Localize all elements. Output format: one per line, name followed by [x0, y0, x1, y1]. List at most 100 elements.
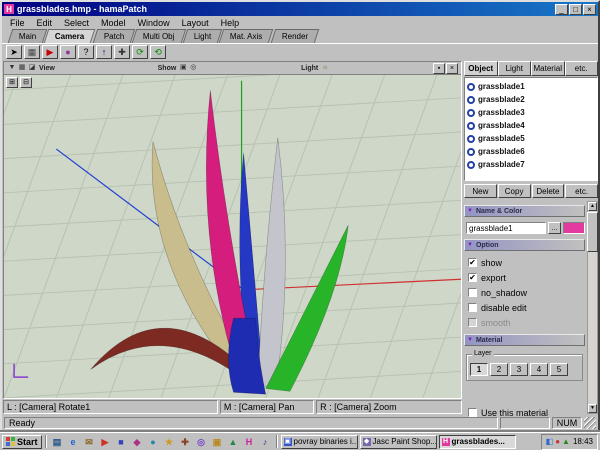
hint-left-button: L : [Camera] Rotate1	[3, 400, 218, 414]
launcher-cd-icon[interactable]: ◎	[194, 435, 209, 449]
delete-button[interactable]: Delete	[532, 184, 565, 198]
tray-display-icon[interactable]: ◧	[546, 438, 554, 446]
panel-tab-light[interactable]: Light	[498, 61, 532, 76]
light-toggle-icon[interactable]: ☼	[320, 63, 330, 73]
view-menu-arrow-icon[interactable]: ▼	[7, 63, 17, 73]
pointer-icon[interactable]: ➤	[6, 45, 22, 59]
rotate-ccw-icon[interactable]: ⟲	[150, 45, 166, 59]
scroll-down-icon[interactable]: ▼	[588, 404, 597, 413]
axis-toggle-icon[interactable]: ⊟	[20, 77, 32, 88]
launcher-povray-icon[interactable]: ▲	[226, 435, 241, 449]
object-list-item[interactable]: grassblade6	[467, 145, 595, 158]
tab-mat-axis[interactable]: Mat. Axis	[219, 29, 274, 43]
layer-4-button[interactable]: 4	[530, 363, 548, 376]
launcher-media-icon[interactable]: ▶	[98, 435, 113, 449]
launcher-paint-icon[interactable]: ◆	[130, 435, 145, 449]
panel-tab-material[interactable]: Material	[531, 61, 565, 76]
resize-grip[interactable]	[584, 417, 596, 429]
grid-view-icon[interactable]: ▦	[17, 63, 27, 73]
select-box-icon[interactable]: ▦	[24, 45, 40, 59]
checkbox-show[interactable]: ✔ show	[464, 255, 585, 270]
grid-toggle-icon[interactable]: ⊞	[6, 77, 18, 88]
render-play-icon[interactable]: ▶	[42, 45, 58, 59]
tab-render[interactable]: Render	[270, 29, 319, 43]
launcher-tools-icon[interactable]: ✚	[178, 435, 193, 449]
launcher-folder-icon[interactable]: ▣	[210, 435, 225, 449]
menu-window[interactable]: Window	[132, 18, 176, 28]
object-list-item[interactable]: grassblade4	[467, 119, 595, 132]
shaded-view-icon[interactable]: ◪	[27, 63, 37, 73]
tab-main[interactable]: Main	[8, 29, 48, 43]
launcher-star-icon[interactable]: ★	[162, 435, 177, 449]
panel-scrollbar[interactable]: ▲ ▼	[587, 201, 598, 414]
help-icon[interactable]: ?	[78, 45, 94, 59]
show-normals-icon[interactable]: ◎	[188, 63, 198, 73]
section-header-option[interactable]: ▼ Option	[464, 239, 585, 251]
object-color-swatch[interactable]	[563, 222, 585, 234]
launcher-ie-icon[interactable]: e	[66, 435, 81, 449]
launcher-desktop-icon[interactable]: ▤	[50, 435, 65, 449]
launcher-hamapatch-icon[interactable]: H	[242, 435, 257, 449]
checkbox-label: disable edit	[481, 303, 527, 313]
object-list-item[interactable]: grassblade7	[467, 158, 595, 171]
task-button-grassblades[interactable]: H grassblades...	[439, 435, 516, 449]
etc-button[interactable]: etc.	[565, 184, 598, 198]
grassblade-silver[interactable]	[258, 138, 286, 389]
layer-1-button[interactable]: 1	[470, 363, 488, 376]
checkbox-label: show	[481, 258, 502, 268]
object-list-item[interactable]: grassblade3	[467, 106, 595, 119]
tab-camera[interactable]: Camera	[44, 29, 96, 43]
launcher-music-icon[interactable]: ♪	[258, 435, 273, 449]
scroll-thumb[interactable]	[587, 212, 598, 252]
point-icon[interactable]: ●	[60, 45, 76, 59]
object-list-item[interactable]: grassblade5	[467, 132, 595, 145]
checkbox-smooth[interactable]: smooth	[464, 315, 585, 330]
tray-scheduler-icon[interactable]: ▲	[562, 438, 570, 446]
panel-tab-etc[interactable]: etc.	[565, 61, 599, 76]
new-button[interactable]: New	[464, 184, 497, 198]
task-button-povray-binaries-i[interactable]: ▣ povray binaries i...	[281, 435, 358, 449]
color-browse-button[interactable]: ...	[548, 222, 561, 234]
minimize-button[interactable]: _	[555, 4, 568, 15]
tray-volume-icon[interactable]: ●	[555, 438, 560, 446]
tab-patch[interactable]: Patch	[92, 29, 135, 43]
checkbox-no_shadow[interactable]: no_shadow	[464, 285, 585, 300]
tab-light[interactable]: Light	[182, 29, 222, 43]
viewport-minimize-icon[interactable]: ▪	[433, 63, 445, 74]
copy-button[interactable]: Copy	[498, 184, 531, 198]
show-points-icon[interactable]: ▣	[178, 63, 188, 73]
object-list-item[interactable]: grassblade1	[467, 80, 595, 93]
launcher-doc-icon[interactable]: ■	[114, 435, 129, 449]
up-axis-icon[interactable]: ↑	[96, 45, 112, 59]
layer-group-label: Layer	[472, 350, 494, 357]
task-button-jasc-paint-shop[interactable]: ◆ Jasc Paint Shop...	[360, 435, 437, 449]
tab-multi-obj[interactable]: Multi Obj	[132, 29, 186, 43]
viewport-close-icon[interactable]: ×	[446, 63, 458, 74]
checkbox-disable-edit[interactable]: disable edit	[464, 300, 585, 315]
viewport-canvas[interactable]: ⊞⊟	[4, 75, 461, 398]
layer-5-button[interactable]: 5	[550, 363, 568, 376]
checkbox-export[interactable]: ✔ export	[464, 270, 585, 285]
add-point-icon[interactable]: ✚	[114, 45, 130, 59]
maximize-button[interactable]: □	[569, 4, 582, 15]
close-button[interactable]: ×	[583, 4, 596, 15]
menu-edit[interactable]: Edit	[31, 18, 59, 28]
menu-help[interactable]: Help	[215, 18, 246, 28]
section-header-name-color[interactable]: ▼ Name & Color	[464, 205, 585, 217]
scroll-up-icon[interactable]: ▲	[588, 202, 597, 211]
layer-2-button[interactable]: 2	[490, 363, 508, 376]
launcher-globe-icon[interactable]: ●	[146, 435, 161, 449]
launcher-mail-icon[interactable]: ✉	[82, 435, 97, 449]
start-button[interactable]: Start	[2, 435, 42, 449]
object-list[interactable]: grassblade1 grassblade2 grassblade3 gras…	[464, 77, 598, 181]
layer-3-button[interactable]: 3	[510, 363, 528, 376]
menu-layout[interactable]: Layout	[176, 18, 215, 28]
object-list-item[interactable]: grassblade2	[467, 93, 595, 106]
menu-select[interactable]: Select	[58, 18, 95, 28]
object-name-input[interactable]	[466, 222, 546, 234]
section-header-material[interactable]: ▼ Material	[464, 334, 585, 346]
menu-file[interactable]: File	[4, 18, 31, 28]
rotate-cw-icon[interactable]: ⟳	[132, 45, 148, 59]
panel-tab-object[interactable]: Object	[464, 61, 498, 76]
menu-model[interactable]: Model	[95, 18, 132, 28]
